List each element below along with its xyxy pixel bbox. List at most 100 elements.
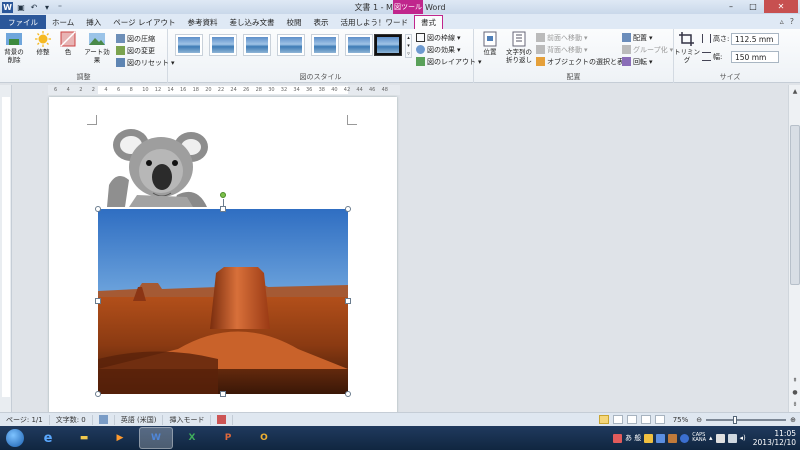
tab-format[interactable]: 書式 [414,15,444,29]
reset-picture-button[interactable]: 図のリセット ▾ [116,57,175,68]
undo-icon[interactable]: ↶ [29,2,39,12]
zoom-in-icon[interactable]: ⊕ [790,416,796,424]
styles-gallery-scroll[interactable]: ▴ ▾ ▿ [405,34,412,58]
height-input[interactable]: 112.5 mm [731,33,779,45]
picture-style-3[interactable] [243,34,271,56]
send-backward-button[interactable]: 背面へ移動 ▾ [536,44,588,55]
compress-pictures-button[interactable]: 図の圧縮 [116,33,155,44]
draft-view-button[interactable] [654,415,665,424]
resize-handle-e[interactable] [345,298,351,304]
rotate-handle[interactable] [220,192,226,198]
vertical-scrollbar[interactable]: ▲ ⇞ ● ⇟ [788,85,800,412]
zoom-slider[interactable] [706,415,787,424]
maximize-button[interactable]: □ [742,0,764,13]
collapse-ribbon-icon[interactable]: ▵ [780,17,784,26]
ime-icon[interactable] [612,433,622,443]
ime-pad-icon[interactable] [644,433,654,443]
crop-button[interactable]: トリミング [674,31,700,64]
language-indicator[interactable]: 英語 (米国) [115,414,164,425]
picture-style-2[interactable] [209,34,237,56]
full-screen-view-button[interactable] [612,415,623,424]
picture-effects-button[interactable]: 図の効果 ▾ [416,44,461,55]
next-page-icon[interactable]: ⇟ [790,399,800,409]
taskbar-outlook-icon[interactable]: O [247,427,281,449]
resize-handle-se[interactable] [345,391,351,397]
document-page[interactable] [49,97,397,427]
customize-qat-icon[interactable]: ⁼ [55,2,65,12]
resize-handle-s[interactable] [220,391,226,397]
print-layout-view-button[interactable] [598,415,609,424]
horizontal-ruler[interactable]: 6 4 2 2 4 6 8 10 12 14 16 18 20 22 24 26 28 30 32 34 36 38 40 4… [48,85,400,95]
insert-mode-indicator[interactable]: 挿入モード [163,414,212,425]
color-button[interactable]: 色 [58,31,78,56]
volume-icon[interactable]: ◂) [740,434,746,442]
resize-handle-nw[interactable] [95,206,101,212]
resize-handle-ne[interactable] [345,206,351,212]
tab-addin[interactable]: 活用しよう！ワード [335,15,415,29]
help-icon[interactable]: ? [790,17,794,26]
ime-tools-icon[interactable] [656,433,666,443]
start-button[interactable] [0,426,30,450]
tab-view[interactable]: 表示 [308,15,335,29]
picture-style-1[interactable] [175,34,203,56]
tab-insert[interactable]: 挿入 [80,15,107,29]
outline-view-button[interactable] [640,415,651,424]
picture-border-button[interactable]: 図の枠線 ▾ [416,32,461,43]
bring-forward-button[interactable]: 前面へ移動 ▾ [536,32,588,43]
selection-pane-button[interactable]: オブジェクトの選択と表示 [536,56,631,67]
word-logo-icon[interactable]: W [2,1,13,13]
align-button[interactable]: 配置 ▾ [622,32,653,43]
tab-review[interactable]: 校閲 [281,15,308,29]
change-picture-button[interactable]: 図の変更 [116,45,155,56]
corrections-button[interactable]: 修整 [32,31,54,56]
web-layout-view-button[interactable] [626,415,637,424]
taskbar-explorer-icon[interactable]: ▬ [67,427,101,449]
tab-page-layout[interactable]: ページ レイアウト [107,15,181,29]
taskbar-ie-icon[interactable]: e [31,427,65,449]
clock[interactable]: 11:05 2013/12/10 [749,429,796,447]
ime-help-icon[interactable] [680,433,690,443]
close-button[interactable]: ✕ [764,0,798,13]
taskbar-word-icon[interactable]: W [139,427,173,449]
picture-style-7[interactable] [374,34,402,56]
resize-handle-w[interactable] [95,298,101,304]
zoom-slider-thumb[interactable] [732,415,737,424]
remove-background-button[interactable]: 背景の 削除 [2,31,26,64]
prev-page-icon[interactable]: ⇞ [790,375,800,385]
proofing-icon[interactable] [98,415,108,424]
wrap-text-button[interactable]: 文字列の 折り返し [504,31,534,64]
taskbar-powerpoint-icon[interactable]: P [211,427,245,449]
action-center-flag-icon[interactable] [715,433,725,443]
scroll-up-icon[interactable]: ▲ [790,86,800,96]
position-button[interactable]: 位置 [478,31,502,56]
resize-handle-n[interactable] [220,206,226,212]
taskbar-excel-icon[interactable]: X [175,427,209,449]
save-icon[interactable]: ▣ [16,2,26,12]
width-input[interactable]: 150 mm [731,51,779,63]
show-hidden-icons-icon[interactable]: ▴ [709,434,713,442]
picture-style-6[interactable] [345,34,373,56]
minimize-button[interactable]: – [720,0,742,13]
ime-mode[interactable]: あ 般 [625,433,641,443]
scroll-thumb[interactable] [790,125,800,285]
picture-style-4[interactable] [277,34,305,56]
koala-image[interactable] [107,125,212,207]
rotate-button[interactable]: 回転 ▾ [622,56,653,67]
picture-style-5[interactable] [311,34,339,56]
browse-object-icon[interactable]: ● [790,387,800,397]
tab-references[interactable]: 参考資料 [182,15,224,29]
page-count[interactable]: ページ: 1/1 [0,414,50,425]
tab-home[interactable]: ホーム [46,15,80,29]
macro-record-icon[interactable] [217,415,227,424]
taskbar-media-player-icon[interactable]: ▶ [103,427,137,449]
zoom-level[interactable]: 75% [673,416,689,424]
picture-layout-button[interactable]: 図のレイアウト ▾ [416,56,482,67]
network-icon[interactable] [727,433,737,443]
zoom-out-icon[interactable]: ⊖ [696,416,702,424]
dropdown-icon[interactable]: ▾ [42,2,52,12]
resize-handle-sw[interactable] [95,391,101,397]
word-count[interactable]: 文字数: 0 [50,414,93,425]
tab-file[interactable]: ファイル [0,15,46,29]
ime-dictionary-icon[interactable] [668,433,678,443]
tab-mailings[interactable]: 差し込み文書 [224,15,281,29]
